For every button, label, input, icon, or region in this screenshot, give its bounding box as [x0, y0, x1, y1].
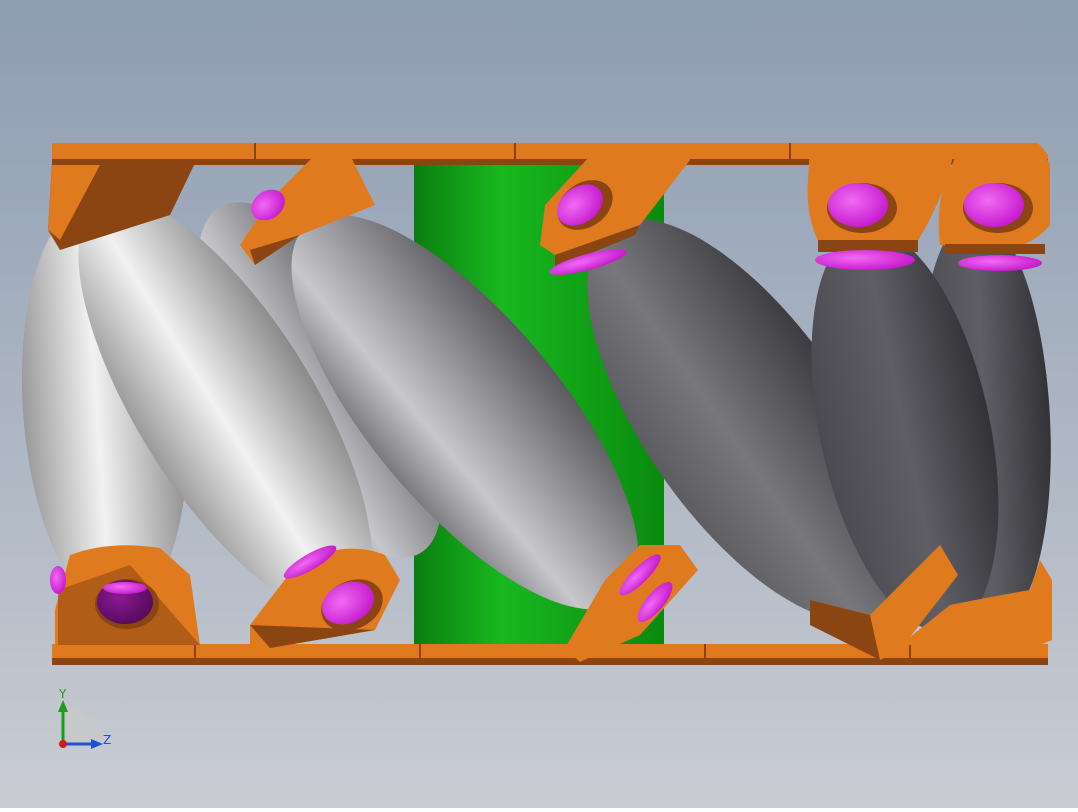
bracket-top-5[interactable]	[938, 145, 1050, 271]
model-render: Y Z	[0, 0, 1078, 808]
z-axis-label: Z	[103, 733, 111, 747]
cad-viewport[interactable]: Y Z	[0, 0, 1078, 808]
y-axis-label: Y	[58, 687, 67, 701]
origin-dot	[59, 740, 67, 748]
